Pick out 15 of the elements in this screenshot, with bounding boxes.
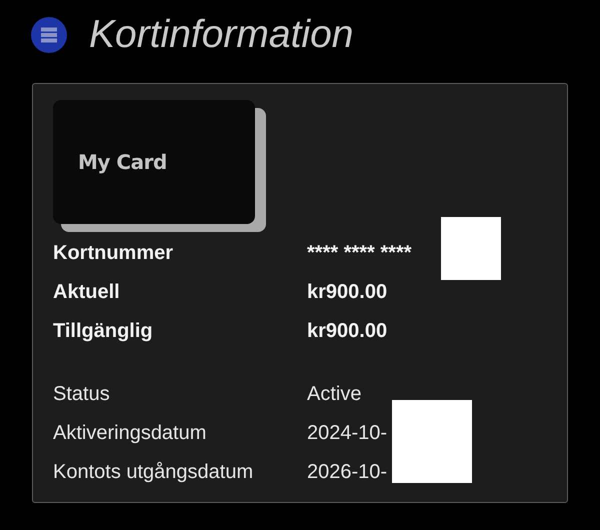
field-value: kr900.00 (307, 320, 388, 342)
list-icon (31, 17, 67, 53)
field-label: Kortnummer (53, 242, 174, 265)
field-value: **** **** **** (307, 242, 412, 264)
page-title: Kortinformation (89, 13, 354, 57)
field-value: 2026-10- (307, 461, 388, 483)
field-label: Tillgänglig (53, 320, 154, 343)
card-label: My Card (78, 150, 167, 174)
field-value: 2024-10- (307, 422, 388, 444)
field-label: Kontots utgångsdatum (53, 461, 254, 484)
field-label: Aktuell (53, 281, 121, 304)
field-label: Status (53, 383, 111, 406)
field-label: Aktiveringsdatum (53, 422, 208, 445)
field-value: kr900.00 (307, 281, 388, 303)
field-value: Active (307, 383, 362, 405)
